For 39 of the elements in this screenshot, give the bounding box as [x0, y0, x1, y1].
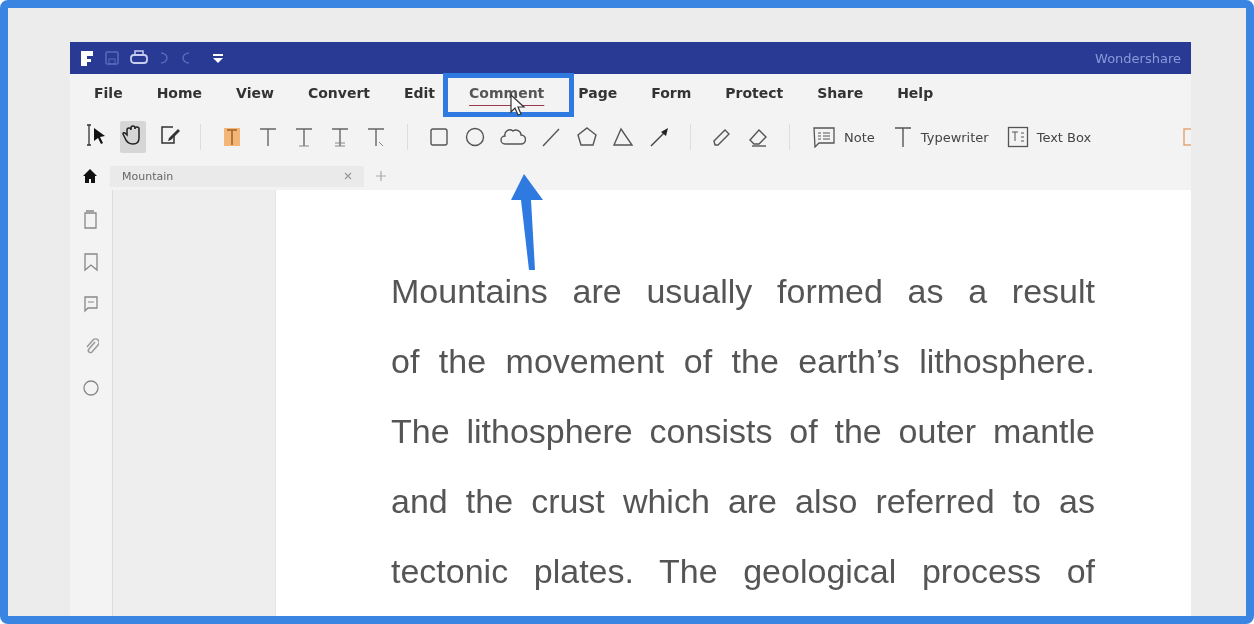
undo-icon[interactable]	[158, 50, 170, 66]
document-text: The lithosphere consists of the outer mantle	[391, 412, 1095, 450]
menu-tab[interactable]: Convert	[293, 81, 384, 105]
hand-tool[interactable]	[120, 121, 146, 153]
add-tab-icon[interactable]	[376, 171, 386, 181]
menu-tab[interactable]: Comment	[455, 81, 559, 105]
note-tool[interactable]: Note	[808, 126, 879, 148]
menu-tab[interactable]: View	[222, 81, 288, 105]
document-text: of the movement of the earth’s lithosphere.	[391, 342, 1095, 380]
dropdown-icon[interactable]	[212, 52, 224, 64]
note-icon	[812, 126, 836, 148]
brand-name: Wondershare	[1095, 50, 1181, 66]
pages-icon[interactable]	[83, 210, 99, 230]
attachment-icon[interactable]	[83, 336, 99, 356]
menu-tab[interactable]: Form	[637, 81, 706, 105]
menu-tab[interactable]: Home	[142, 81, 217, 105]
menu-tab[interactable]: Share	[803, 81, 878, 105]
print-icon[interactable]	[130, 50, 148, 66]
text-box-icon	[1006, 126, 1029, 148]
comment-icon[interactable]	[83, 294, 99, 314]
app-logo-icon	[80, 50, 94, 66]
menu-tab[interactable]: Page	[564, 81, 632, 105]
text-box-tool[interactable]: Text Box	[1002, 126, 1096, 148]
menu-tab[interactable]: Help	[883, 81, 948, 105]
document-text: Mountains are usually formed as a result	[391, 272, 1095, 310]
close-icon[interactable]	[344, 172, 352, 180]
bookmark-icon[interactable]	[83, 252, 99, 272]
home-icon[interactable]	[82, 168, 98, 184]
menu-tab[interactable]: Edit	[390, 81, 450, 105]
text-cursor-icon	[892, 126, 913, 148]
document-tab[interactable]: Mountain	[110, 165, 364, 187]
document-text: tectonic plates. The geological process of	[391, 552, 1095, 590]
document-text: and the crust which are also referred to as	[391, 482, 1095, 520]
redo-icon[interactable]	[180, 50, 192, 66]
menu-tab[interactable]: File	[80, 81, 137, 105]
typewriter-tool[interactable]: Typewriter	[888, 126, 993, 148]
search-circle-icon[interactable]	[82, 378, 100, 398]
save-icon[interactable]	[104, 50, 120, 66]
menu-tab[interactable]: Protect	[711, 81, 798, 105]
